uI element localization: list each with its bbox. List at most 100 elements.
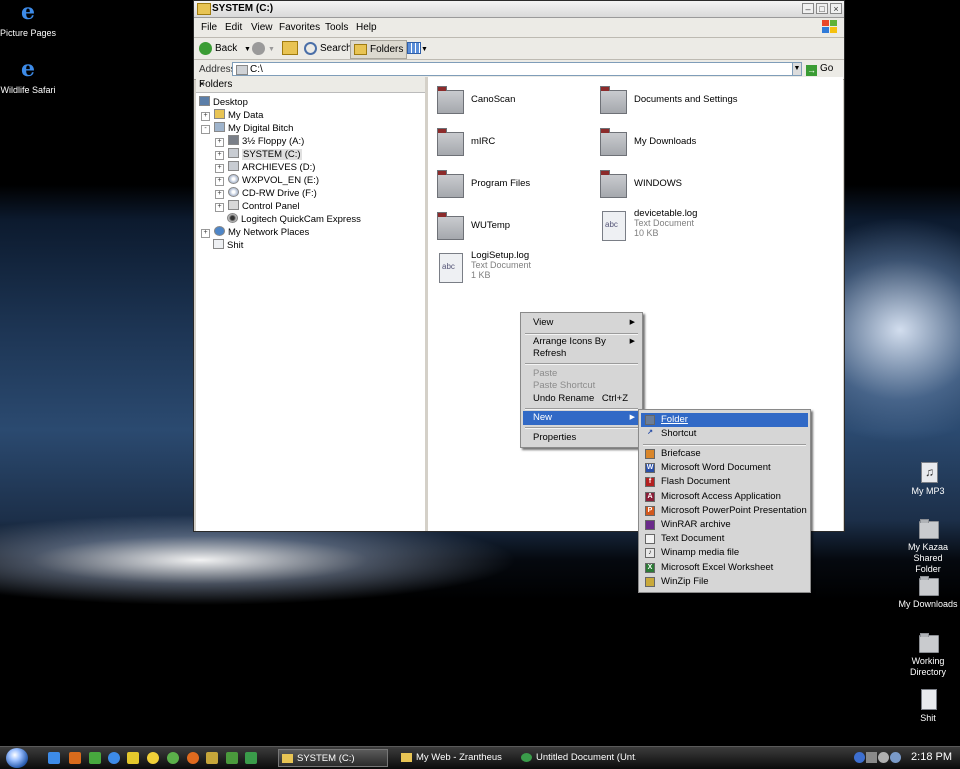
menu-view[interactable]: View	[251, 22, 273, 33]
expand-icon[interactable]: +	[215, 190, 224, 199]
tree-item-system-c[interactable]: + SYSTEM (C:)	[215, 148, 302, 161]
expand-icon[interactable]: +	[215, 164, 224, 173]
new-item-winrar-archive[interactable]: WinRAR archive	[641, 518, 808, 532]
menu-edit[interactable]: Edit	[225, 22, 242, 33]
desktop-icon-my-mp3[interactable]: My MP3	[892, 461, 960, 497]
tray-clock-icon[interactable]	[890, 752, 901, 763]
new-item-text-document[interactable]: Text Document	[641, 532, 808, 546]
quicklaunch-firefox-icon[interactable]	[187, 752, 199, 764]
menu-item-properties[interactable]: Properties	[523, 431, 640, 445]
address-dropdown-button[interactable]: ▼	[792, 62, 802, 76]
quicklaunch-dreamweaver-icon[interactable]	[245, 752, 257, 764]
expand-icon[interactable]: +	[201, 229, 210, 238]
tray-volume-icon[interactable]	[878, 752, 889, 763]
quicklaunch-mail-icon[interactable]	[127, 752, 139, 764]
maximize-button[interactable]: □	[816, 3, 828, 14]
taskbar-task-untitled-document[interactable]: Untitled Document (Unt...	[518, 749, 636, 767]
title-bar[interactable]: SYSTEM (C:) – □ ×	[194, 1, 844, 18]
taskbar-clock[interactable]: 2:18 PM	[911, 751, 952, 763]
menu-item-refresh[interactable]: Refresh	[523, 347, 640, 361]
up-folder-button[interactable]	[282, 41, 298, 56]
desktop-icon-kazaa-shared[interactable]: My Kazaa Shared Folder	[892, 517, 960, 575]
file-item-my-downloads[interactable]: My Downloads	[599, 124, 759, 160]
close-pane-button[interactable]: ×	[199, 79, 419, 90]
expand-icon[interactable]: +	[215, 138, 224, 147]
new-item-shortcut[interactable]: ↗ Shortcut	[641, 427, 808, 441]
desktop-icon-picture-pages[interactable]: Picture Pages	[0, 0, 64, 39]
quicklaunch-network-icon[interactable]	[167, 752, 179, 764]
desktop-icon-shit[interactable]: Shit	[892, 688, 960, 724]
network-icon	[214, 226, 225, 236]
folder-icon	[354, 43, 367, 55]
file-item-windows[interactable]: WINDOWS	[599, 166, 759, 202]
tray-arrow-icon[interactable]	[866, 752, 877, 763]
collapse-icon[interactable]: -	[201, 125, 210, 134]
forward-button[interactable]: ▼	[252, 41, 275, 56]
quicklaunch-browser-icon[interactable]	[108, 752, 120, 764]
file-item-documents-and-settings[interactable]: Documents and Settings	[599, 82, 759, 118]
expand-icon[interactable]: +	[201, 112, 210, 121]
go-button[interactable]: → Go	[806, 62, 833, 76]
file-item-wutemp[interactable]: WUTemp	[436, 208, 596, 244]
new-item-winzip-file[interactable]: WinZip File	[641, 575, 808, 589]
drive-icon	[236, 65, 248, 75]
system-tray: 2:18 PM	[852, 747, 960, 769]
back-button[interactable]: Back ▼	[199, 41, 251, 56]
tree-item-my-network-places[interactable]: + My Network Places	[201, 226, 309, 239]
menu-tools[interactable]: Tools	[325, 22, 348, 33]
quicklaunch-chat-icon[interactable]	[147, 752, 159, 764]
file-item-mirc[interactable]: mIRC	[436, 124, 596, 160]
new-item-access-application[interactable]: A Microsoft Access Application	[641, 490, 808, 504]
desktop-icon-working-directory[interactable]: Working Directory	[892, 631, 960, 678]
desktop-icon-my-downloads[interactable]: My Downloads	[892, 574, 960, 610]
close-button[interactable]: ×	[830, 3, 842, 14]
new-item-briefcase[interactable]: Briefcase	[641, 447, 808, 461]
menu-item-paste-shortcut: Paste Shortcut	[533, 380, 596, 391]
folders-button[interactable]: Folders	[350, 40, 408, 59]
tree-item-logitech-quickcam[interactable]: Logitech QuickCam Express	[227, 213, 361, 226]
expand-icon[interactable]: +	[215, 151, 224, 160]
new-item-flash-document[interactable]: f Flash Document	[641, 475, 808, 489]
tree-item-my-data[interactable]: + My Data	[201, 109, 263, 122]
new-item-folder[interactable]: Folder	[641, 413, 808, 427]
quicklaunch-tool-icon[interactable]	[206, 752, 218, 764]
taskbar-task-system-c[interactable]: SYSTEM (C:)	[278, 749, 388, 767]
tree-item-my-digital-bitch[interactable]: - My Digital Bitch	[201, 122, 293, 135]
search-button[interactable]: Search	[304, 41, 352, 56]
new-item-word-document[interactable]: W Microsoft Word Document	[641, 461, 808, 475]
expand-icon[interactable]: +	[215, 177, 224, 186]
tray-network-icon[interactable]	[854, 752, 865, 763]
tree-item-shit[interactable]: Shit	[213, 239, 243, 252]
file-item-canoscan[interactable]: CanoScan	[436, 82, 596, 118]
views-button[interactable]: ▼	[407, 41, 428, 56]
quicklaunch-ie-icon[interactable]	[48, 752, 60, 764]
quicklaunch-messenger-icon[interactable]	[89, 752, 101, 764]
address-input[interactable]: C:\	[232, 62, 799, 76]
tree-item-wxpvol-e[interactable]: + WXPVOL_EN (E:)	[215, 174, 319, 187]
tree-item-archieves-d[interactable]: + ARCHIEVES (D:)	[215, 161, 315, 174]
file-item-devicetable-log[interactable]: devicetable.log Text Document 10 KB	[599, 208, 759, 244]
start-button[interactable]	[6, 748, 28, 768]
minimize-button[interactable]: –	[802, 3, 814, 14]
tree-item-cdrw-f[interactable]: + CD-RW Drive (F:)	[215, 187, 317, 200]
file-item-logisetup-log[interactable]: LogiSetup.log Text Document 1 KB	[436, 250, 596, 286]
desktop-icon-wildlife-safari[interactable]: Wildlife Safari	[0, 56, 64, 96]
new-item-excel-worksheet[interactable]: X Microsoft Excel Worksheet	[641, 561, 808, 575]
file-item-program-files[interactable]: Program Files	[436, 166, 596, 202]
menu-help[interactable]: Help	[356, 22, 377, 33]
menu-file[interactable]: File	[201, 22, 217, 33]
menu-item-view[interactable]: View ▶	[523, 316, 640, 330]
new-item-winamp-media-file[interactable]: ♪ Winamp media file	[641, 546, 808, 560]
expand-icon[interactable]: +	[215, 203, 224, 212]
quicklaunch-winamp-icon[interactable]	[226, 752, 238, 764]
taskbar-task-my-web[interactable]: My Web - Zrantheus	[398, 749, 516, 767]
quicklaunch-media-icon[interactable]	[69, 752, 81, 764]
menu-favorites[interactable]: Favorites	[279, 22, 320, 33]
menu-item-undo-rename[interactable]: Undo Rename Ctrl+Z	[523, 392, 640, 406]
window-title: SYSTEM (C:)	[212, 3, 274, 14]
menu-item-new[interactable]: New ▶	[523, 411, 640, 425]
tree-item-control-panel[interactable]: + Control Panel	[215, 200, 300, 213]
tree-item-desktop[interactable]: Desktop	[199, 96, 248, 109]
tree-item-floppy[interactable]: +3½ Floppy (A:)	[215, 135, 304, 148]
new-item-powerpoint-presentation[interactable]: P Microsoft PowerPoint Presentation	[641, 504, 808, 518]
